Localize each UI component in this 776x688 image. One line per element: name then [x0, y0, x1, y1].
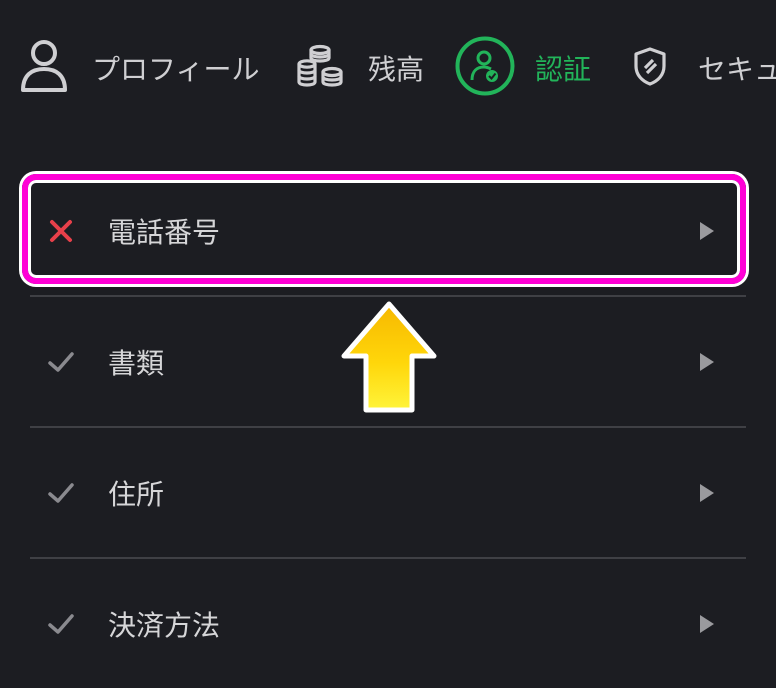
shield-icon — [632, 46, 668, 90]
tab-security-label: セキュ — [698, 53, 776, 86]
tab-profile-label: プロフィール — [92, 53, 260, 86]
tab-balance[interactable]: 残高 — [296, 38, 424, 98]
tab-balance-label: 残高 — [368, 53, 425, 86]
highlight-box — [22, 174, 746, 284]
list-item-address[interactable]: 住所 — [30, 428, 746, 559]
check-icon — [46, 609, 76, 639]
user-icon — [20, 38, 68, 98]
tab-profile[interactable]: プロフィール — [20, 38, 259, 98]
tab-security[interactable]: セキュ — [632, 38, 776, 98]
check-icon — [46, 347, 76, 377]
tab-verification[interactable]: 認証 — [455, 36, 592, 100]
tab-verification-label: 認証 — [535, 53, 592, 86]
check-icon — [46, 478, 76, 508]
chevron-right-icon — [700, 483, 714, 502]
chevron-right-icon — [700, 614, 714, 633]
chevron-right-icon — [700, 352, 714, 371]
arrow-up-icon — [340, 300, 438, 416]
list-item-label: 書類 — [108, 346, 165, 380]
list-item-label: 決済方法 — [108, 608, 221, 642]
user-verified-icon — [455, 36, 515, 100]
coins-icon — [296, 44, 344, 92]
list-item-payment-method[interactable]: 決済方法 — [30, 559, 746, 688]
list-item-label: 住所 — [108, 477, 165, 511]
account-tabs: プロフィール 残高 認証 セキュ — [0, 0, 776, 130]
